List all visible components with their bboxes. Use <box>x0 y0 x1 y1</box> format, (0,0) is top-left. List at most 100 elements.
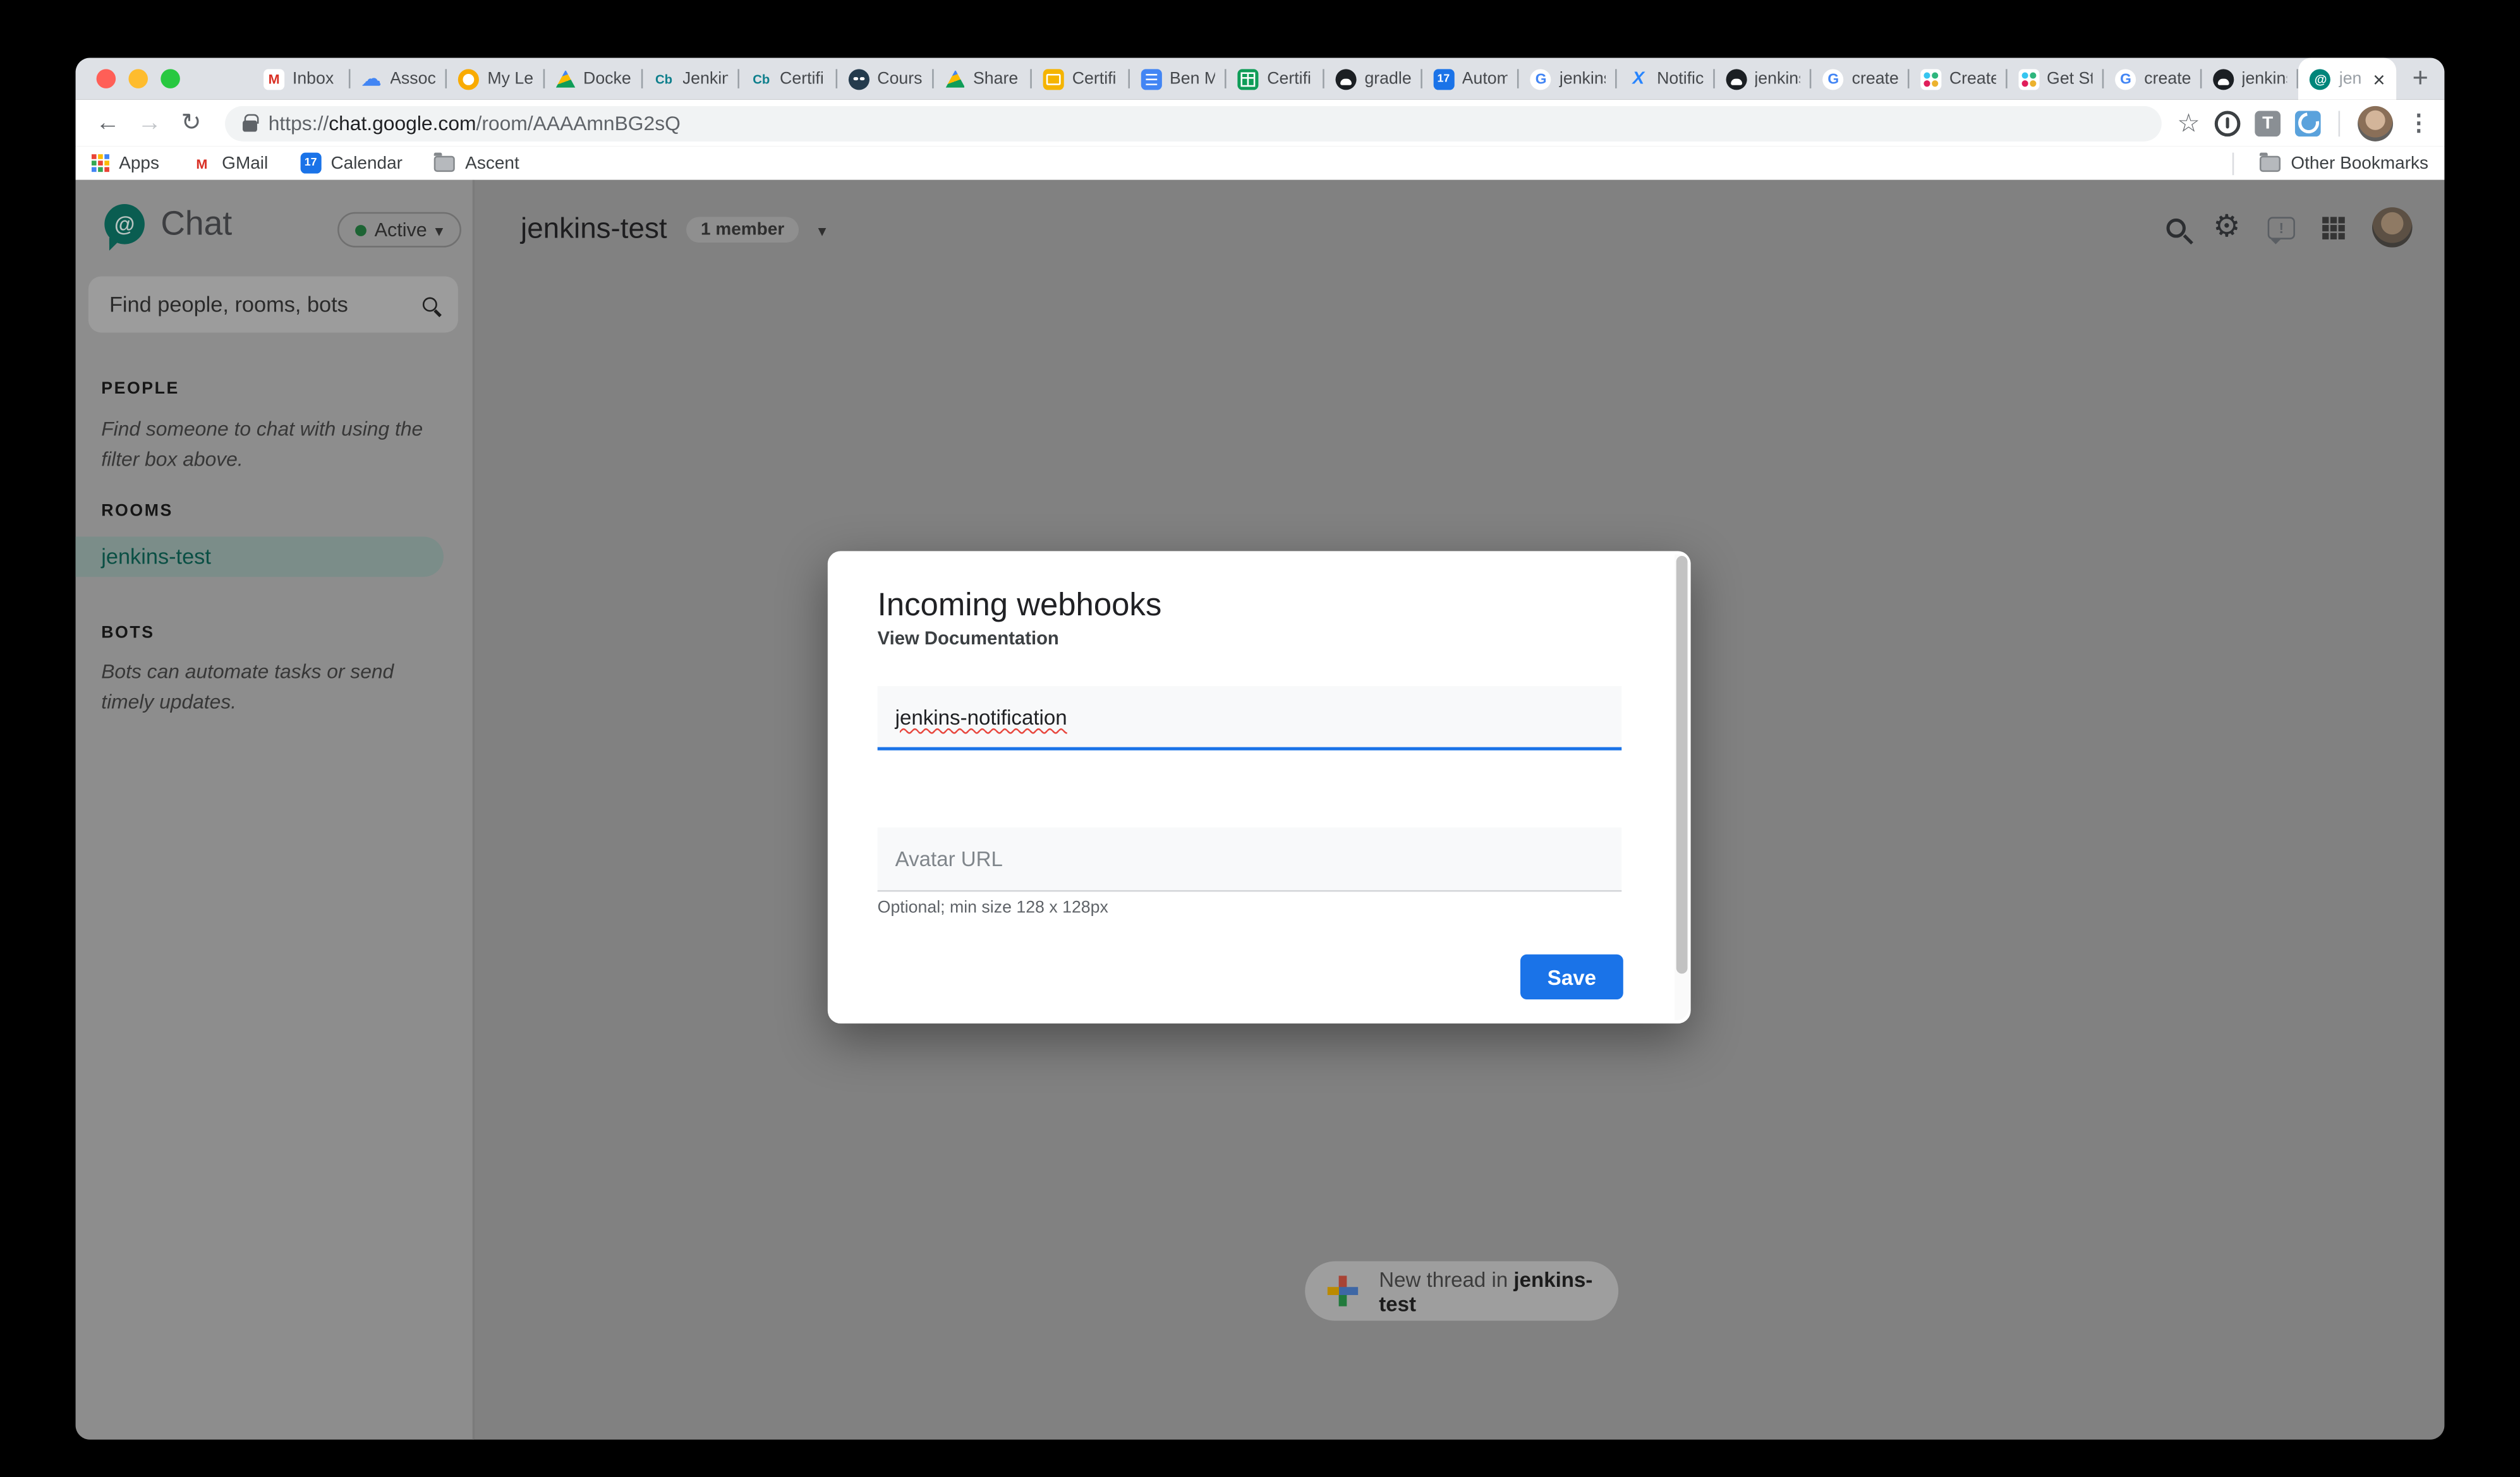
new-thread-prefix: New thread in <box>1379 1267 1513 1291</box>
other-bookmarks[interactable]: Other Bookmarks <box>2233 152 2428 174</box>
search-input[interactable]: Find people, rooms, bots <box>88 276 458 332</box>
browser-tab[interactable]: jenkins <box>1714 58 1812 100</box>
tab-label: Certifi <box>1072 69 1118 88</box>
window-controls <box>97 69 180 88</box>
tab-favicon-icon <box>2116 68 2136 89</box>
status-selector[interactable]: Active <box>337 212 461 248</box>
back-button[interactable] <box>90 111 125 135</box>
browser-tab[interactable]: Certifi <box>739 58 837 100</box>
people-hint: Find someone to chat with using the filt… <box>101 414 442 477</box>
tab-label: Certifi <box>780 69 826 88</box>
browser-tab[interactable]: Inbox ( <box>252 58 349 100</box>
tab-favicon-icon <box>1628 68 1649 89</box>
avatar-url-input[interactable]: Avatar URL <box>878 828 1622 892</box>
tab-favicon-icon <box>1530 68 1551 89</box>
webhook-name-input[interactable]: jenkins-notification <box>878 686 1622 751</box>
chrome-menu-icon[interactable] <box>2408 109 2430 138</box>
tab-favicon-icon <box>653 68 674 89</box>
browser-tab[interactable]: My Lea <box>447 58 545 100</box>
tab-label: Jenkin <box>682 69 729 88</box>
tab-favicon-icon <box>946 70 966 88</box>
tab-favicon-icon <box>1336 68 1357 89</box>
bookmark-label: Calendar <box>330 154 403 173</box>
view-documentation-link[interactable]: View Documentation <box>878 630 1059 649</box>
avatar-helper-text: Optional; min size 128 x 128px <box>878 898 1108 918</box>
url-scheme: https:// <box>269 112 329 135</box>
browser-tab[interactable]: gradle <box>1324 58 1422 100</box>
feedback-icon[interactable] <box>2268 216 2295 239</box>
new-tab-button[interactable] <box>2396 58 2444 100</box>
browser-tab[interactable]: Ben M <box>1129 58 1227 100</box>
browser-tab[interactable]: Jenkin <box>642 58 739 100</box>
chat-sidebar: Chat Active Find people, rooms, bots PEO… <box>76 180 475 1440</box>
tab-label: Certifi <box>1267 69 1313 88</box>
search-icon[interactable] <box>2166 218 2186 238</box>
tab-label: jenkins <box>1754 69 1800 88</box>
sidebar-item-room[interactable]: jenkins-test <box>76 536 444 577</box>
chat-logo: Chat <box>104 204 232 244</box>
tab-favicon-icon <box>1433 68 1454 89</box>
dialog-scrollbar-thumb[interactable] <box>1676 556 1688 974</box>
folder-icon <box>2260 155 2281 171</box>
browser-tab[interactable]: Share <box>935 58 1032 100</box>
member-count-badge[interactable]: 1 member <box>686 216 799 242</box>
save-button[interactable]: Save <box>1520 955 1623 999</box>
avatar-url-placeholder: Avatar URL <box>895 847 1003 871</box>
browser-tab[interactable]: Get St <box>2006 58 2104 100</box>
tab-label: Docke <box>583 69 631 88</box>
bookmark-item[interactable]: GMail <box>191 153 268 174</box>
app-name: Chat <box>161 205 232 243</box>
divider <box>2339 110 2341 136</box>
bookmark-star-icon[interactable] <box>2177 107 2200 139</box>
tab-strip: Inbox ( Associ My Lea <box>252 58 2396 100</box>
browser-tab[interactable]: jen <box>2299 58 2396 100</box>
room-menu-chevron-icon[interactable] <box>818 215 827 244</box>
tab-label: Notific <box>1657 69 1703 88</box>
minimize-window-button[interactable] <box>128 69 148 88</box>
tab-favicon-icon <box>2213 68 2234 89</box>
browser-tab[interactable]: Certifi <box>1032 58 1129 100</box>
bookmark-item[interactable]: Calendar <box>300 153 403 174</box>
browser-tab[interactable]: Cours <box>837 58 935 100</box>
profile-avatar[interactable] <box>2358 106 2393 141</box>
tab-label: Cours <box>877 69 923 88</box>
tab-favicon-icon <box>1726 68 1747 89</box>
blue-extension-icon[interactable] <box>2295 110 2321 136</box>
bookmark-favicon-icon <box>92 154 109 172</box>
browser-tab[interactable]: Certifi <box>1227 58 1324 100</box>
address-bar[interactable]: https://chat.google.com/room/AAAAmnBG2sQ <box>225 106 2161 141</box>
t-extension-icon[interactable] <box>2255 110 2281 136</box>
browser-tab[interactable]: jenkins <box>2202 58 2299 100</box>
browser-tab[interactable]: Create <box>1909 58 2006 100</box>
tab-favicon-icon <box>264 68 284 89</box>
bookmark-favicon-icon <box>300 153 321 174</box>
browser-tab[interactable]: Associ <box>350 58 447 100</box>
dialog-scrollbar[interactable] <box>1675 554 1689 1020</box>
tab-close-icon[interactable] <box>2373 68 2385 89</box>
tab-favicon-icon <box>751 68 772 89</box>
onepassword-extension-icon[interactable] <box>2215 110 2241 136</box>
browser-tab[interactable]: Notific <box>1617 58 1714 100</box>
settings-gear-icon[interactable] <box>2213 211 2240 243</box>
apps-grid-icon[interactable] <box>2322 216 2345 239</box>
new-thread-button[interactable]: New thread in jenkins-test <box>1305 1262 1618 1321</box>
account-avatar[interactable] <box>2372 207 2413 248</box>
browser-tab[interactable]: create <box>1812 58 1909 100</box>
close-window-button[interactable] <box>97 69 116 88</box>
browser-tab[interactable]: jenkins <box>1519 58 1616 100</box>
other-bookmarks-label: Other Bookmarks <box>2291 154 2428 173</box>
browser-tab[interactable]: create <box>2104 58 2202 100</box>
browser-tab[interactable]: Autom <box>1422 58 1519 100</box>
browser-tab[interactable]: Docke <box>545 58 642 100</box>
reload-button[interactable] <box>174 111 209 135</box>
bookmark-item[interactable]: Ascent <box>435 154 519 173</box>
bookmarks-bar: Apps GMail Calendar Ascent <box>76 146 2445 179</box>
tab-label: Share <box>973 69 1021 88</box>
forward-button[interactable] <box>132 111 167 135</box>
bookmark-item[interactable]: Apps <box>92 154 159 173</box>
tab-favicon-icon <box>361 68 382 89</box>
toolbar-icons <box>2177 106 2430 141</box>
bookmark-label: Apps <box>119 154 159 173</box>
tab-favicon-icon <box>1141 68 1161 89</box>
zoom-window-button[interactable] <box>161 69 180 88</box>
